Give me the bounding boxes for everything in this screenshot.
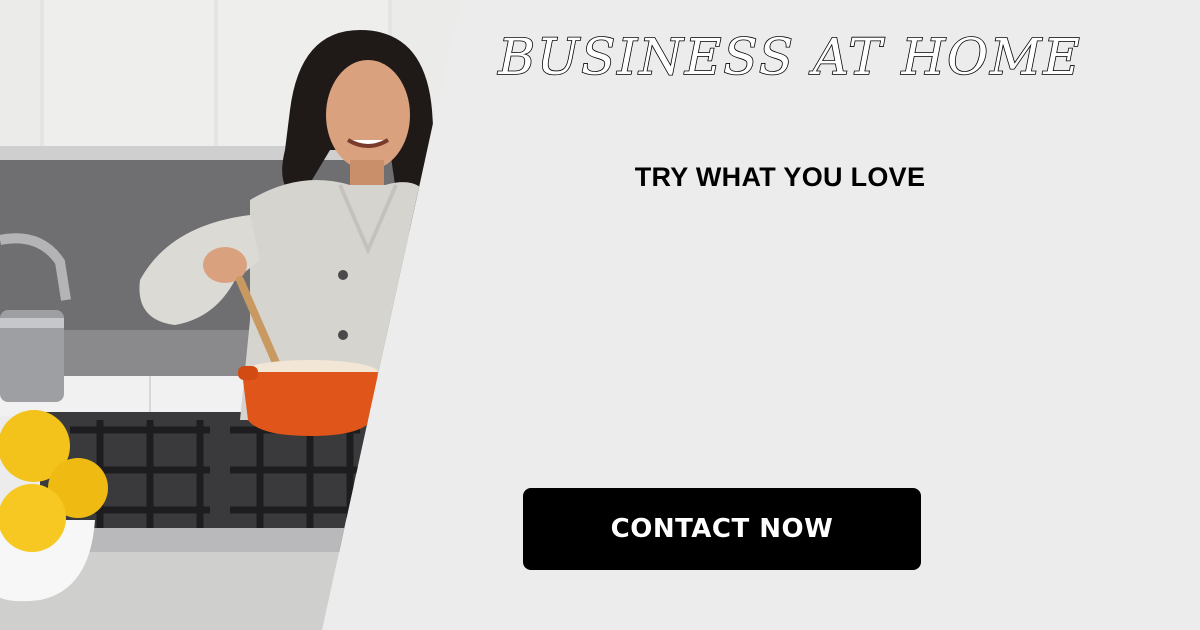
headline: BUSINESS AT HOME — [497, 28, 1082, 86]
contact-now-button[interactable]: CONTACT NOW — [523, 488, 921, 570]
ad-banner: BUSINESS AT HOME TRY WHAT YOU LOVE CONTA… — [0, 0, 1200, 630]
woman-cooking-icon — [0, 0, 460, 630]
tagline: TRY WHAT YOU LOVE — [634, 162, 926, 192]
contact-now-button-label: CONTACT NOW — [610, 514, 834, 544]
kitchen-photo — [0, 0, 460, 630]
